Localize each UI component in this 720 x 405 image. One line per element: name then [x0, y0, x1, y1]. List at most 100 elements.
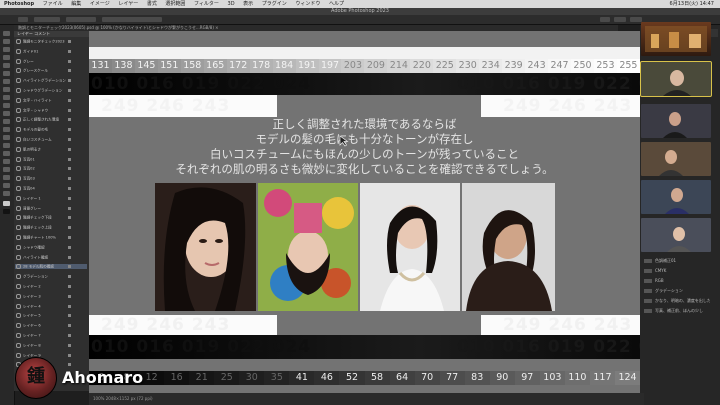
- eye-icon[interactable]: [16, 215, 21, 221]
- eye-icon[interactable]: [16, 333, 21, 338]
- layer-icons[interactable]: [68, 226, 85, 230]
- layer-icons[interactable]: [68, 167, 85, 171]
- pen-tool-icon[interactable]: [3, 151, 10, 156]
- layer-icons[interactable]: [68, 343, 85, 347]
- app-menu[interactable]: Photoshop: [4, 1, 34, 7]
- eye-icon[interactable]: [16, 313, 21, 319]
- video-participant-6[interactable]: [641, 218, 711, 252]
- video-participant-2[interactable]: [640, 61, 712, 97]
- eraser-tool-icon[interactable]: [3, 119, 10, 124]
- eye-icon[interactable]: [16, 264, 21, 270]
- layer-row[interactable]: 正しく調整された環境: [15, 117, 87, 123]
- share-button[interactable]: [630, 17, 642, 22]
- dodge-tool-icon[interactable]: [3, 143, 10, 148]
- layer-row[interactable]: モデルの髪の毛: [15, 127, 87, 133]
- layer-row[interactable]: 白いコスチューム: [15, 137, 87, 142]
- background-color-swatch[interactable]: [3, 209, 10, 214]
- option-dropdown[interactable]: [34, 17, 60, 22]
- menu-type[interactable]: 書式: [147, 1, 157, 7]
- layer-row[interactable]: レイヤー 1: [15, 195, 87, 201]
- layer-row[interactable]: 背景グレー: [15, 205, 87, 211]
- eye-icon[interactable]: [16, 235, 21, 240]
- path-select-tool-icon[interactable]: [3, 167, 10, 172]
- history-brush-tool-icon[interactable]: [3, 111, 10, 116]
- search-icon[interactable]: [600, 17, 610, 22]
- shape-tool-icon[interactable]: [3, 175, 10, 180]
- menu-file[interactable]: ファイル: [43, 1, 63, 7]
- gradient-tool-icon[interactable]: [3, 127, 10, 132]
- layer-row[interactable]: 写真02: [15, 166, 87, 172]
- layer-icons[interactable]: [68, 147, 85, 151]
- layer-icons[interactable]: [68, 206, 85, 210]
- zoom-tool-icon[interactable]: [3, 191, 10, 196]
- frame-tool-icon[interactable]: [3, 71, 10, 76]
- eye-icon[interactable]: [16, 352, 21, 358]
- layer-icons[interactable]: [68, 187, 85, 190]
- type-tool-icon[interactable]: [3, 159, 10, 164]
- eye-icon[interactable]: [16, 303, 21, 309]
- layer-row[interactable]: 階調モニタチェック2023: [15, 39, 87, 44]
- eye-icon[interactable]: [16, 107, 21, 113]
- menu-image[interactable]: イメージ: [90, 1, 110, 7]
- layer-icons[interactable]: [68, 79, 85, 83]
- layer-row[interactable]: 階調チャート 100%: [15, 235, 87, 240]
- hand-tool-icon[interactable]: [3, 183, 10, 188]
- layer-icons[interactable]: [68, 314, 85, 318]
- eye-icon[interactable]: [16, 274, 21, 280]
- eye-icon[interactable]: [16, 88, 21, 93]
- brush-tool-icon[interactable]: [3, 95, 10, 100]
- layer-row[interactable]: シャドウグラデーション: [15, 88, 87, 93]
- layer-icons[interactable]: [68, 157, 85, 161]
- eye-icon[interactable]: [16, 146, 21, 152]
- layer-icons[interactable]: [68, 89, 85, 92]
- menu-3d[interactable]: 3D: [228, 1, 235, 7]
- layer-icons[interactable]: [68, 108, 85, 112]
- layer-row[interactable]: ガイド01: [15, 48, 87, 54]
- layer-row[interactable]: レイヤー 2: [15, 284, 87, 289]
- eyedropper-tool-icon[interactable]: [3, 79, 10, 84]
- eye-icon[interactable]: [16, 176, 21, 182]
- eye-icon[interactable]: [16, 97, 21, 103]
- layer-icons[interactable]: [68, 49, 85, 53]
- layer-row[interactable]: 写真01: [15, 156, 87, 162]
- layer-icons[interactable]: [68, 128, 85, 132]
- healing-brush-tool-icon[interactable]: [3, 87, 10, 92]
- eye-icon[interactable]: [16, 186, 21, 191]
- layer-icons[interactable]: [68, 69, 85, 73]
- tool-preset-button[interactable]: [18, 17, 28, 22]
- eye-icon[interactable]: [16, 284, 21, 289]
- layer-icons[interactable]: [68, 334, 85, 337]
- eye-icon[interactable]: [16, 39, 21, 44]
- lasso-tool-icon[interactable]: [3, 47, 10, 52]
- layer-icons[interactable]: [68, 59, 85, 63]
- eye-icon[interactable]: [16, 127, 21, 133]
- layer-row[interactable]: グレー: [15, 58, 87, 64]
- layer-row[interactable]: レイヤー 5: [15, 313, 87, 319]
- layer-row[interactable]: 階調チェック下段: [15, 215, 87, 221]
- move-tool-icon[interactable]: [3, 31, 10, 36]
- eye-icon[interactable]: [16, 58, 21, 64]
- video-participant-4[interactable]: [641, 142, 711, 176]
- layer-icons[interactable]: [68, 177, 85, 181]
- workspace-icon[interactable]: [614, 17, 626, 22]
- menu-edit[interactable]: 編集: [71, 1, 81, 7]
- adjustment-row[interactable]: 色調補正01: [644, 258, 710, 264]
- eye-icon[interactable]: [16, 205, 21, 211]
- layer-row[interactable]: 写真04: [15, 186, 87, 191]
- eye-icon[interactable]: [16, 78, 21, 84]
- eye-icon[interactable]: [16, 68, 21, 74]
- menu-select[interactable]: 選択範囲: [165, 1, 185, 7]
- adjustment-row[interactable]: かなり、明暗の、濃度を出した: [644, 298, 710, 304]
- eye-icon[interactable]: [16, 156, 21, 162]
- layer-icons[interactable]: [68, 236, 85, 239]
- quick-select-tool-icon[interactable]: [3, 55, 10, 60]
- layer-row[interactable]: 文字・シャドウ: [15, 107, 87, 113]
- layer-row[interactable]: シャドウ確認: [15, 244, 87, 250]
- layer-icons[interactable]: [68, 294, 85, 298]
- layer-icons[interactable]: [68, 196, 85, 200]
- layer-icons[interactable]: [68, 275, 85, 279]
- clone-stamp-tool-icon[interactable]: [3, 103, 10, 108]
- layer-icons[interactable]: [68, 285, 85, 288]
- layer-icons[interactable]: [68, 255, 85, 259]
- eye-icon[interactable]: [16, 323, 21, 329]
